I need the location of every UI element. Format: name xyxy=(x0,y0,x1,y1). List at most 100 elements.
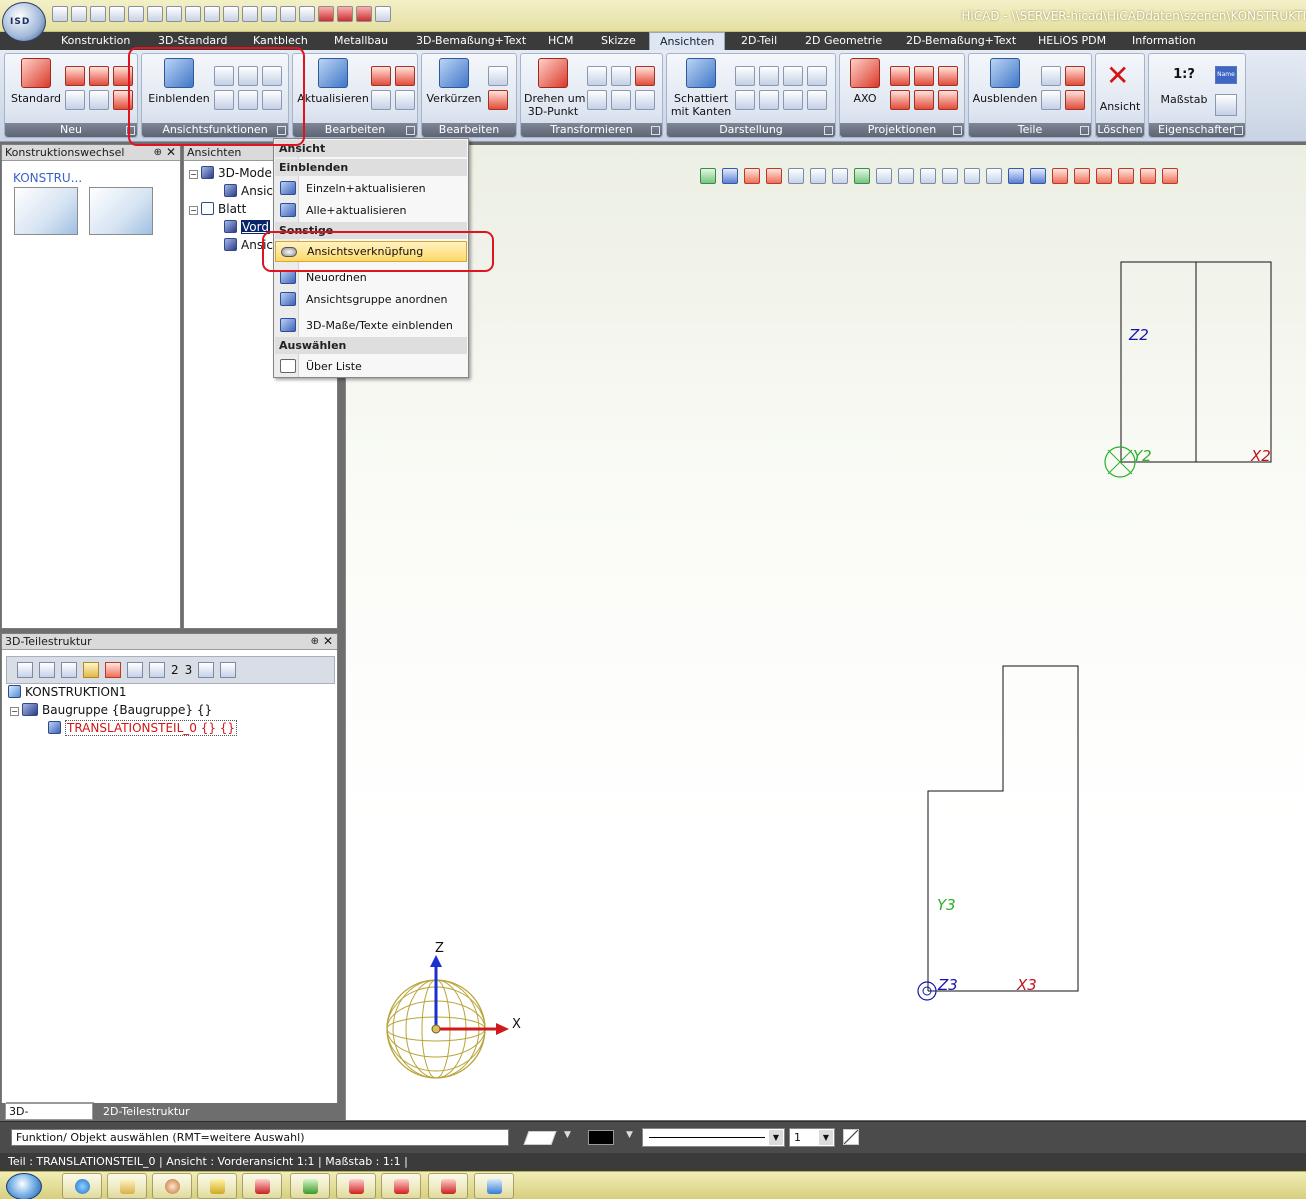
eraser-icon[interactable] xyxy=(356,6,372,22)
dialog-launcher-icon[interactable] xyxy=(824,126,833,135)
tab-3d-teilestruktur[interactable]: 3D-Teilestruktur xyxy=(5,1103,93,1133)
taskbar-explorer[interactable] xyxy=(107,1173,147,1199)
tab-2d-bemassung[interactable]: 2D-Bemaßung+Text xyxy=(906,32,1016,50)
transform-icon[interactable] xyxy=(611,90,631,110)
projection-icon[interactable] xyxy=(914,66,934,86)
chevron-down-icon[interactable]: ▼ xyxy=(626,1130,633,1140)
tab-ansichten[interactable]: Ansichten xyxy=(649,32,726,51)
view-function-icon[interactable] xyxy=(262,66,282,86)
transform-icon[interactable] xyxy=(635,66,655,86)
taskbar-solidworks[interactable] xyxy=(336,1173,376,1199)
taskbar-app[interactable] xyxy=(152,1173,192,1199)
view-icon[interactable] xyxy=(113,66,133,86)
edit-icon[interactable] xyxy=(488,66,508,86)
tab-metallbau[interactable]: Metallbau xyxy=(334,32,388,50)
side-view-outline[interactable] xyxy=(1120,261,1272,463)
search-icon[interactable] xyxy=(17,662,33,678)
tab-skizze[interactable]: Skizze xyxy=(601,32,636,50)
paste-icon[interactable] xyxy=(83,662,99,678)
collapse-icon[interactable]: − xyxy=(189,206,198,215)
refresh-icon[interactable] xyxy=(261,6,277,22)
blank-page-icon[interactable] xyxy=(204,6,220,22)
level-2-button[interactable]: 2 xyxy=(171,663,179,677)
konstruktion-thumbnail[interactable] xyxy=(89,187,153,235)
taskbar-app[interactable] xyxy=(428,1173,468,1199)
window-icon[interactable] xyxy=(375,6,391,22)
chevron-down-icon[interactable]: ▼ xyxy=(769,1130,783,1145)
tab-information[interactable]: Information xyxy=(1132,32,1196,50)
properties-icon[interactable] xyxy=(1215,94,1237,116)
projection-icon[interactable] xyxy=(890,90,910,110)
part-icon[interactable] xyxy=(1041,90,1061,110)
line-style-icon[interactable] xyxy=(843,1129,859,1145)
view-icon[interactable] xyxy=(89,90,109,110)
tab-hcm[interactable]: HCM xyxy=(548,32,573,50)
tab-2d-teil[interactable]: 2D-Teil xyxy=(741,32,777,50)
edit-icon[interactable] xyxy=(395,66,415,86)
menu-item-ueber-liste[interactable]: Über Liste xyxy=(275,356,467,377)
edit-icon[interactable] xyxy=(395,90,415,110)
wireframe-icon[interactable] xyxy=(807,66,827,86)
sort-az-icon[interactable] xyxy=(220,662,237,678)
ausblenden-button[interactable]: Ausblenden xyxy=(972,58,1038,105)
command-prompt-input[interactable]: Funktion/ Objekt auswählen (RMT=weitere … xyxy=(11,1129,509,1146)
view-function-icon[interactable] xyxy=(238,90,258,110)
tab-konstruktion[interactable]: Konstruktion xyxy=(61,32,130,50)
transform-icon[interactable] xyxy=(611,66,631,86)
axo-button[interactable]: AXO xyxy=(843,58,887,105)
view-icon[interactable] xyxy=(113,90,133,110)
menu-item-ansichtsgruppe-anordnen[interactable]: Ansichtsgruppe anordnen xyxy=(275,289,467,310)
projection-icon[interactable] xyxy=(890,66,910,86)
tool-icon[interactable] xyxy=(337,6,353,22)
level-3-button[interactable]: 3 xyxy=(185,663,193,677)
view-icon[interactable] xyxy=(89,66,109,86)
massstab-button[interactable]: 1:? Maßstab xyxy=(1153,54,1215,120)
shaded-icon[interactable] xyxy=(735,90,755,110)
save-icon[interactable] xyxy=(166,6,182,22)
view-icon[interactable] xyxy=(65,66,85,86)
dialog-launcher-icon[interactable] xyxy=(953,126,962,135)
standard-button[interactable]: Standard xyxy=(9,58,63,105)
save-icon[interactable] xyxy=(128,6,144,22)
taskbar-solidworks[interactable] xyxy=(381,1173,421,1199)
delete-icon[interactable] xyxy=(488,90,508,110)
taskbar-ie[interactable] xyxy=(62,1173,102,1199)
export-icon[interactable] xyxy=(185,6,201,22)
projection-icon[interactable] xyxy=(914,90,934,110)
chevron-down-icon[interactable]: ▼ xyxy=(564,1130,571,1140)
tab-kantblech[interactable]: Kantblech xyxy=(253,32,308,50)
dialog-launcher-icon[interactable] xyxy=(126,126,135,135)
app-menu-button[interactable]: ISD xyxy=(2,2,46,42)
refresh-icon[interactable] xyxy=(223,6,239,22)
front-view-outline[interactable] xyxy=(927,665,1079,992)
tree-item-translationsteil[interactable]: TRANSLATIONSTEIL_0 {} {} xyxy=(48,720,238,736)
tree-item-baugruppe[interactable]: − Baugruppe {Baugruppe} {} xyxy=(10,702,212,718)
einblenden-button[interactable]: Einblenden xyxy=(146,58,212,105)
shaded-icon[interactable] xyxy=(783,90,803,110)
ansicht-loeschen-button[interactable]: ✕ Ansicht xyxy=(1096,54,1144,120)
taskbar-app[interactable] xyxy=(474,1173,514,1199)
tree-item-blatt[interactable]: − Blatt xyxy=(189,201,246,217)
tab-helios-pdm[interactable]: HELiOS PDM xyxy=(1038,32,1106,50)
collapse-icon[interactable]: − xyxy=(10,707,19,716)
view-icon[interactable] xyxy=(65,90,85,110)
verkuerzen-button[interactable]: Verkürzen xyxy=(425,58,483,105)
close-icon[interactable]: ✕ xyxy=(166,145,176,160)
schattiert-mit-kanten-button[interactable]: Schattiert mit Kanten xyxy=(670,58,732,118)
shaded-icon[interactable] xyxy=(759,90,779,110)
tab-3d-bemassung[interactable]: 3D-Bemaßung+Text xyxy=(416,32,526,50)
transform-icon[interactable] xyxy=(587,90,607,110)
open-folder-icon[interactable] xyxy=(90,6,106,22)
dialog-launcher-icon[interactable] xyxy=(277,126,286,135)
konstruktion-thumbnail[interactable] xyxy=(14,187,78,235)
taskbar-app[interactable] xyxy=(242,1173,282,1199)
view-function-icon[interactable] xyxy=(262,90,282,110)
collapse-icon[interactable]: − xyxy=(189,170,198,179)
new-file-icon[interactable] xyxy=(52,6,68,22)
drawing-area[interactable]: Z2 Y2 X2 Y3 Z3 X3 Z X xyxy=(345,145,1306,1120)
tree-item-konstruktion[interactable]: KONSTRUKTION1 xyxy=(8,684,127,700)
part-icon[interactable] xyxy=(1041,66,1061,86)
chevron-down-icon[interactable]: ▼ xyxy=(819,1130,833,1145)
tool-icon[interactable] xyxy=(318,6,334,22)
wireframe-icon[interactable] xyxy=(735,66,755,86)
